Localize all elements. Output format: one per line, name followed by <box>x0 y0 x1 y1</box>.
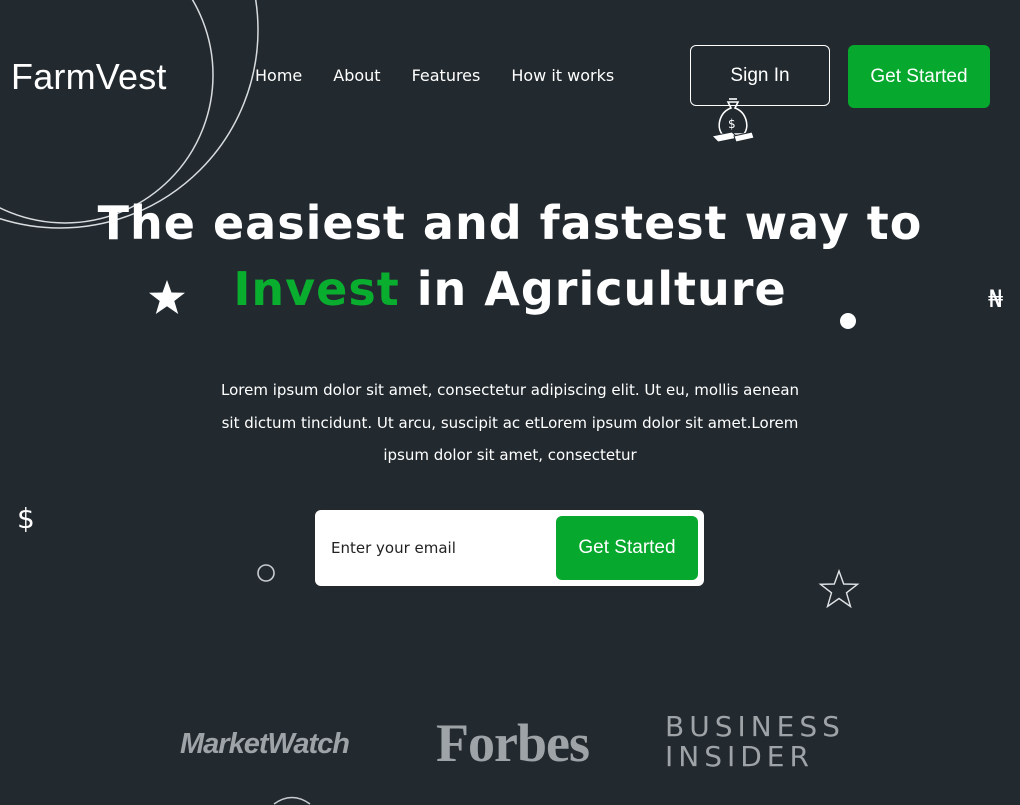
hero-title-line1: The easiest and fastest way to <box>97 196 923 250</box>
main-nav: Home About Features How it works <box>255 66 645 85</box>
email-signup-form: Get Started <box>315 510 704 586</box>
decorative-arc-bottom <box>273 796 311 805</box>
star-filled-icon <box>149 280 185 314</box>
dollar-icon: $ <box>17 502 35 535</box>
nav-features[interactable]: Features <box>412 66 481 85</box>
svg-text:$: $ <box>728 117 736 131</box>
email-get-started-button[interactable]: Get Started <box>556 516 698 580</box>
star-outline-icon <box>818 569 860 609</box>
business-insider-line1: BUSINESS <box>665 710 845 743</box>
get-started-button[interactable]: Get Started <box>848 45 990 108</box>
naira-icon: ₦ <box>988 285 1004 313</box>
circle-dot-icon <box>840 313 856 329</box>
forbes-logo: Forbes <box>436 713 590 773</box>
email-input[interactable] <box>329 524 553 572</box>
brand-logo[interactable]: FarmVest <box>11 56 167 98</box>
hero-title-highlight: Invest <box>233 262 400 316</box>
circle-outline-icon <box>257 564 275 582</box>
nav-about[interactable]: About <box>333 66 380 85</box>
nav-how-it-works[interactable]: How it works <box>511 66 614 85</box>
hero-subtitle: Lorem ipsum dolor sit amet, consectetur … <box>220 381 800 464</box>
hero-title-line2: in Agriculture <box>399 262 787 316</box>
marketwatch-logo: MarketWatch <box>180 728 350 760</box>
business-insider-logo: BUSINESS INSIDER <box>665 712 865 772</box>
business-insider-line2: INSIDER <box>665 740 814 773</box>
money-bag-icon: $ <box>710 98 755 143</box>
nav-home[interactable]: Home <box>255 66 302 85</box>
